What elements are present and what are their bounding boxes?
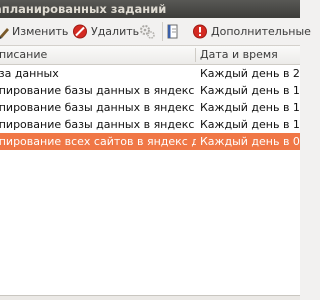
task-name: опирование базы данных в яндекс: [0, 101, 195, 114]
task-time: Каждый день в 22:10: [200, 67, 300, 80]
task-time: Каждый день в 16:25: [200, 118, 300, 131]
table-row[interactable]: опирование базы данных в яндекс Каждый д…: [0, 116, 300, 133]
table-header: писание Дата и время: [0, 46, 300, 65]
tasks-table[interactable]: писание Дата и время аза данных Каждый д…: [0, 46, 300, 296]
edit-button[interactable]: Изменить: [12, 22, 68, 41]
advanced-button[interactable]: Дополнительные: [211, 22, 311, 41]
table-row[interactable]: опирование базы данных в яндекс диск Каж…: [0, 82, 300, 99]
toolbar: Изменить Удалить Дополнительные: [0, 18, 311, 46]
delete-button[interactable]: Удалить: [91, 22, 139, 41]
table-row[interactable]: опирование базы данных в яндекс Каждый д…: [0, 99, 300, 116]
column-separator: [195, 48, 196, 62]
task-name: аза данных: [0, 67, 59, 80]
gears-icon[interactable]: [139, 22, 156, 41]
toolbar-separator: [162, 22, 163, 41]
column-header-datetime[interactable]: Дата и время: [200, 46, 278, 64]
window-bottom-edge: [0, 296, 300, 300]
task-time: Каждый день в 01:10: [200, 135, 300, 148]
task-name: опирование базы данных в яндекс диск: [0, 84, 196, 97]
task-time: Каждый день в 16:20: [200, 101, 300, 114]
table-row-selected[interactable]: опирование всех сайтов в яндекс диск Каж…: [0, 133, 300, 150]
task-name: опирование базы данных в яндекс: [0, 118, 195, 131]
window-title: апланированных заданий: [0, 2, 167, 16]
task-time: Каждый день в 16:16: [200, 84, 300, 97]
column-header-description[interactable]: писание: [0, 46, 47, 64]
pencil-icon[interactable]: [0, 22, 10, 41]
table-row[interactable]: аза данных Каждый день в 22:10: [0, 65, 300, 82]
task-name: опирование всех сайтов в яндекс диск: [0, 135, 196, 148]
book-icon[interactable]: [167, 22, 179, 41]
delete-icon[interactable]: [72, 22, 88, 41]
window-titlebar[interactable]: апланированных заданий: [0, 0, 300, 18]
warning-icon[interactable]: [192, 22, 208, 41]
